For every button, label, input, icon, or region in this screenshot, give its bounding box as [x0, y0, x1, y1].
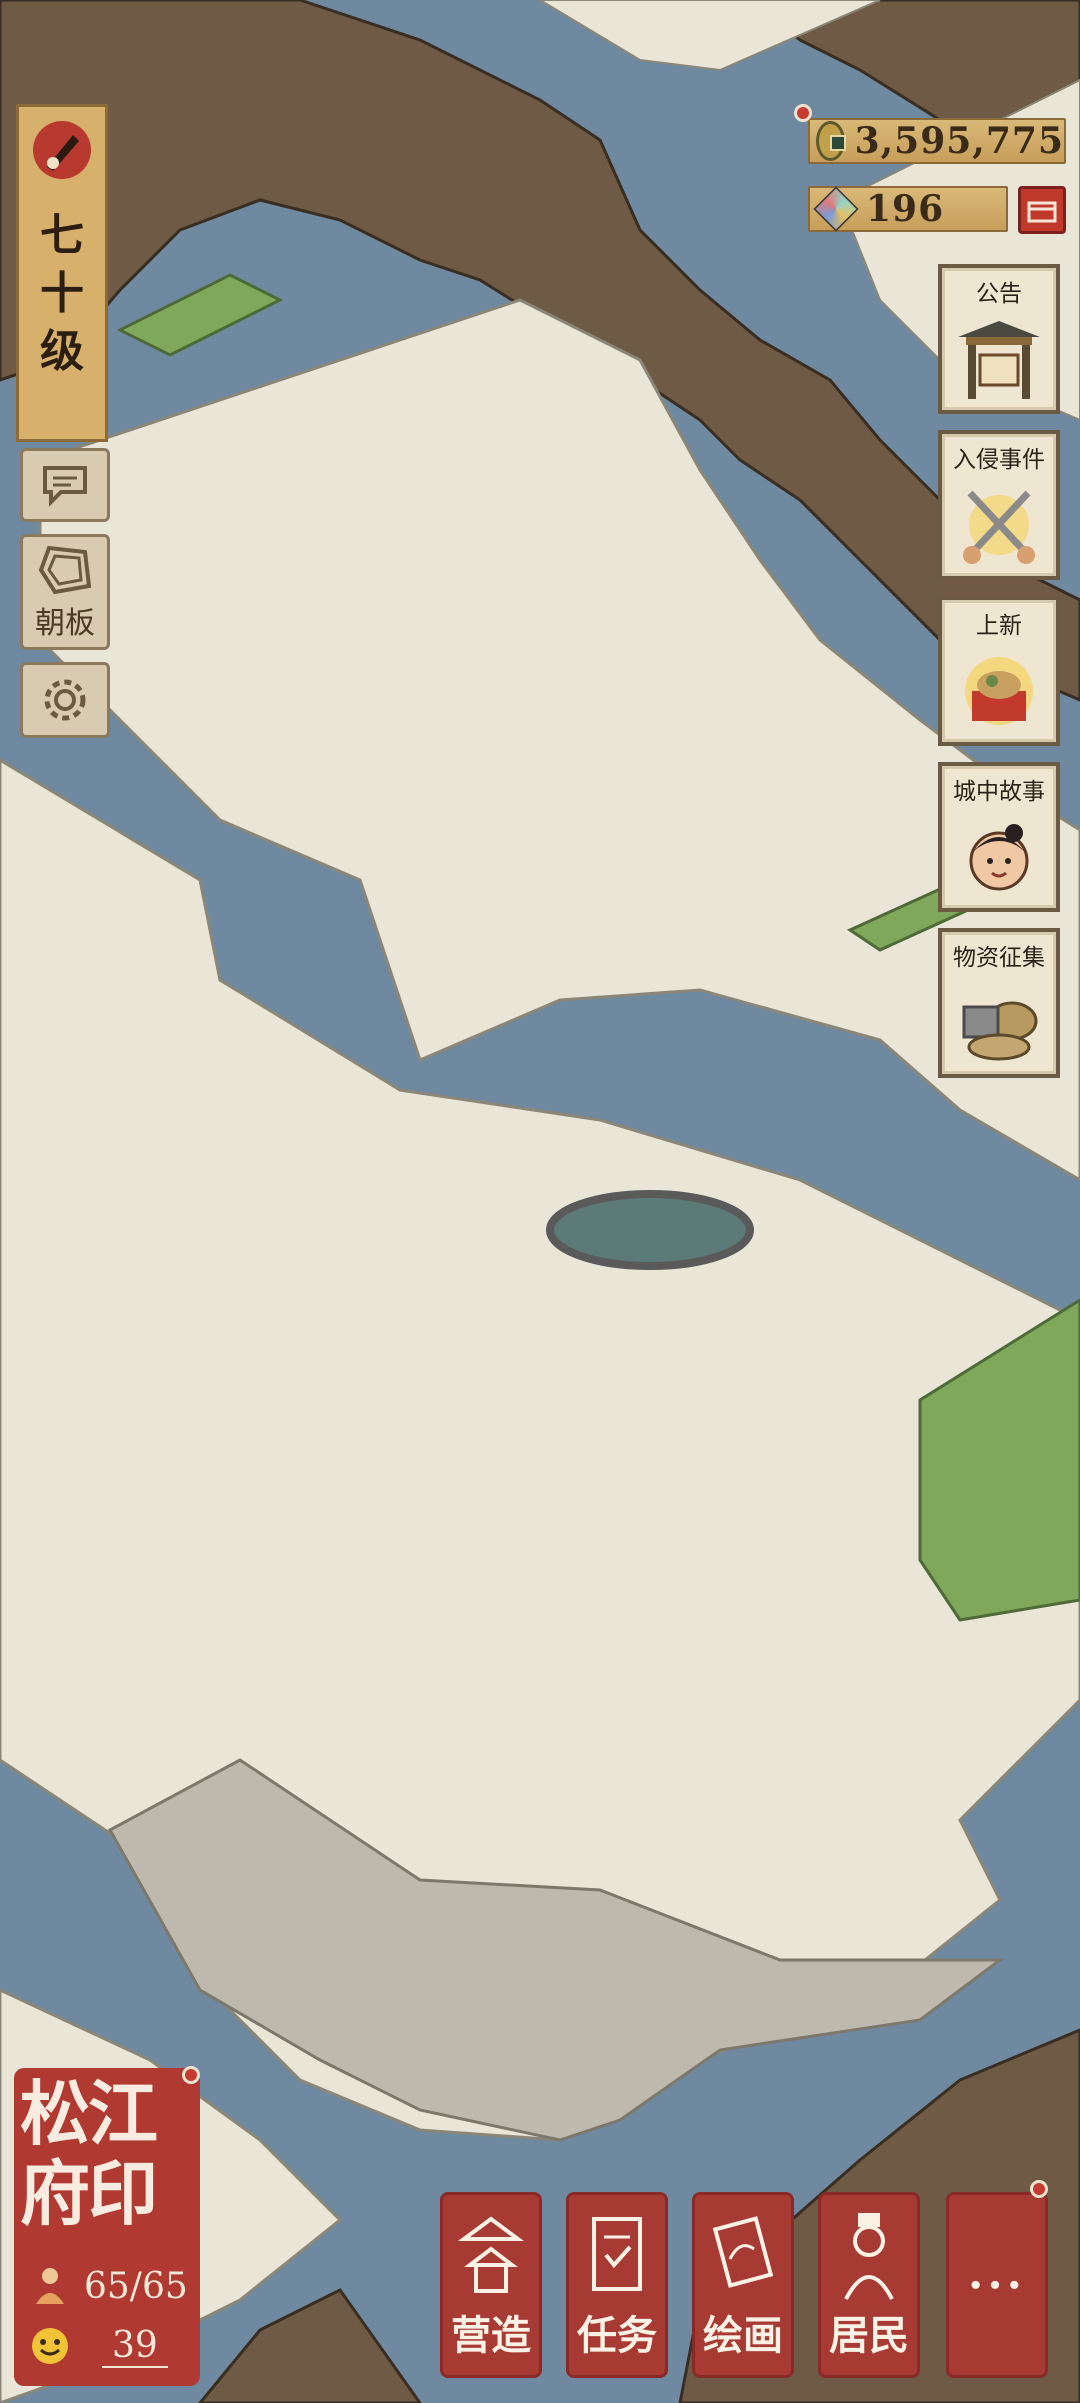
residents-button[interactable]: 居民 — [818, 2192, 920, 2378]
build-button[interactable]: 营造 — [440, 2192, 542, 2378]
notice-gate-icon — [958, 321, 1040, 399]
population-value: 65/65 — [84, 2265, 188, 2307]
task-button[interactable]: 任务 — [566, 2192, 668, 2378]
chat-bubble-icon — [43, 466, 87, 507]
invasion-event-card[interactable]: 入侵事件 — [938, 430, 1060, 580]
level-text: 七十级 — [40, 210, 84, 377]
level-banner[interactable]: 七十级 — [16, 104, 108, 442]
supply-baskets-icon — [962, 1001, 1038, 1061]
more-notification-dot — [1030, 2180, 1048, 2198]
pavilion-icon — [458, 2216, 524, 2293]
new-goods-card[interactable]: 上新 — [938, 596, 1060, 746]
crossed-swords-icon — [963, 490, 1035, 564]
shop-chest-button[interactable] — [1018, 186, 1066, 234]
seal-notification-dot — [182, 2066, 200, 2084]
supply-collect-card[interactable]: 物资征集 — [938, 928, 1060, 1078]
new-goods-icon — [965, 657, 1033, 725]
invasion-card-label: 入侵事件 — [953, 447, 1045, 473]
happiness-value: 39 — [102, 2325, 168, 2368]
jade-gem-icon — [813, 186, 859, 232]
residents-label: 居民 — [829, 2312, 909, 2359]
chest-icon — [1027, 201, 1057, 223]
brush-seal-icon — [33, 121, 91, 179]
gear-icon — [44, 679, 86, 721]
child-portrait-icon — [969, 824, 1029, 891]
task-label: 任务 — [577, 2312, 657, 2359]
gem-counter[interactable]: 196 — [808, 186, 1008, 232]
coin-value: 3,595,775 — [854, 120, 1064, 162]
new-goods-card-label: 上新 — [976, 613, 1022, 639]
board-label: 朝板 — [35, 606, 95, 641]
board-button[interactable]: 朝板 — [20, 534, 110, 650]
happiness-row: 39 — [28, 2324, 168, 2368]
scroll-book-icon — [592, 2217, 642, 2291]
copper-coin-icon — [816, 121, 846, 161]
population-row: 65/65 — [28, 2264, 188, 2308]
painting-label: 绘画 — [703, 2312, 783, 2359]
city-story-card-label: 城中故事 — [953, 779, 1045, 805]
scholar-icon — [844, 2213, 894, 2300]
isometric-map[interactable] — [0, 0, 1080, 2403]
rock-pond[interactable] — [546, 1190, 754, 1270]
city-seal-panel[interactable]: 松江府印 65/65 39 — [14, 2068, 200, 2386]
smile-face-icon — [32, 2328, 68, 2364]
more-icon: ··· — [968, 2259, 1026, 2311]
board-icon — [38, 545, 92, 595]
build-label: 营造 — [451, 2312, 531, 2359]
coin-counter[interactable]: 3,595,775 — [808, 118, 1066, 164]
gem-value: 196 — [866, 188, 945, 230]
supply-card-label: 物资征集 — [953, 945, 1045, 971]
notice-card-label: 公告 — [976, 281, 1022, 307]
city-story-card[interactable]: 城中故事 — [938, 762, 1060, 912]
painting-scroll-icon — [712, 2216, 774, 2288]
chat-button[interactable] — [20, 448, 110, 522]
coin-notification-dot — [794, 104, 812, 122]
more-button[interactable]: ··· — [946, 2192, 1048, 2378]
settings-button[interactable] — [20, 662, 110, 738]
resident-icon — [36, 2268, 64, 2304]
painting-button[interactable]: 绘画 — [692, 2192, 794, 2378]
notice-card[interactable]: 公告 — [938, 264, 1060, 414]
seal-title: 松江府印 — [20, 2072, 158, 2235]
